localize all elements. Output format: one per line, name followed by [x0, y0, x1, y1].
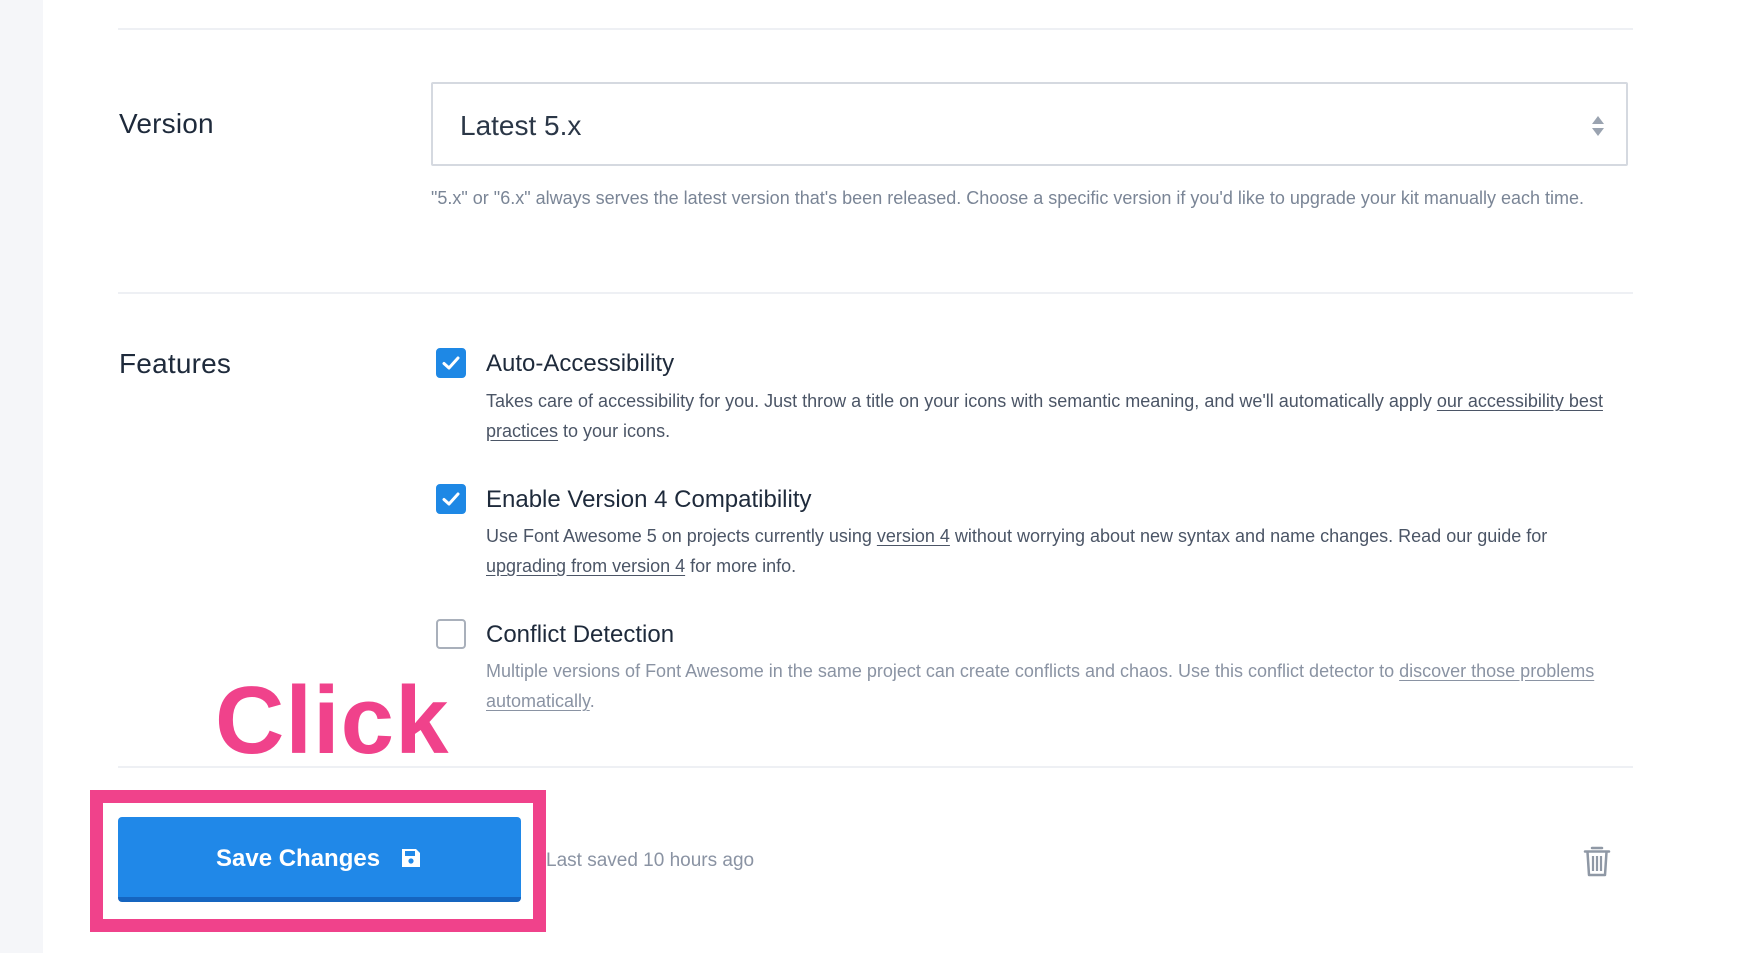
version-help-text: "5.x" or "6.x" always serves the latest … [431, 188, 1585, 208]
divider-mid [118, 292, 1633, 294]
desc-text: for more info. [685, 556, 797, 576]
version-4-link[interactable]: version 4 [877, 526, 950, 546]
version-label: Version [119, 108, 214, 139]
version-select[interactable]: Latest 5.x [431, 82, 1628, 166]
floppy-disk-icon [402, 849, 420, 867]
divider-top [118, 28, 1633, 30]
features-label: Features [119, 348, 232, 379]
conflict-detection-checkbox[interactable] [436, 619, 466, 649]
conflict-detection-desc: Multiple versions of Font Awesome in the… [486, 656, 1631, 716]
desc-text: to your icons. [558, 421, 671, 441]
desc-text: Use Font Awesome 5 on projects currently… [486, 526, 877, 546]
trash-icon[interactable] [1583, 845, 1611, 877]
desc-text: Multiple versions of Font Awesome in the… [486, 661, 1400, 681]
checkmark-icon [442, 492, 460, 506]
desc-text: without worrying about new syntax and na… [949, 526, 1548, 546]
last-saved-text: Last saved 10 hours ago [546, 850, 755, 871]
checkmark-icon [442, 356, 460, 370]
conflict-detection-title: Conflict Detection [486, 621, 675, 648]
auto-accessibility-checkbox[interactable] [436, 348, 466, 378]
desc-text: Takes care of accessibility for you. Jus… [486, 391, 1437, 411]
v4-compat-title: Enable Version 4 Compatibility [486, 486, 812, 513]
v4-compat-desc: Use Font Awesome 5 on projects currently… [486, 521, 1631, 581]
save-changes-label: Save Changes [216, 845, 381, 872]
auto-accessibility-desc: Takes care of accessibility for you. Jus… [486, 386, 1631, 446]
save-changes-button[interactable]: Save Changes [118, 817, 521, 902]
version-select-value: Latest 5.x [460, 110, 582, 141]
auto-accessibility-title: Auto-Accessibility [486, 350, 675, 377]
v4-compat-checkbox[interactable] [436, 484, 466, 514]
left-sidebar-strip [0, 0, 43, 953]
desc-text: . [589, 691, 595, 711]
click-annotation-text: Click [215, 667, 450, 774]
select-arrows-icon [1592, 116, 1604, 136]
upgrading-from-version-4-link[interactable]: upgrading from version 4 [486, 556, 685, 576]
